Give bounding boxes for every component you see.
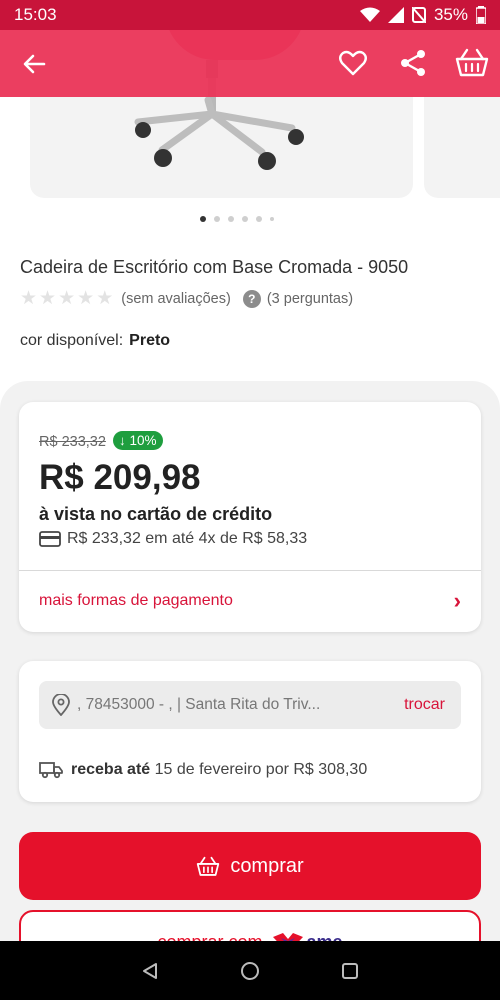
basket-icon[interactable] <box>455 46 489 78</box>
star-icon: ★ <box>39 288 57 309</box>
delivery-label: receba até <box>71 761 151 778</box>
pagination-dot[interactable] <box>214 216 220 222</box>
color-label: cor disponível: <box>20 332 124 349</box>
rating-label[interactable]: (sem avaliações) <box>121 291 231 307</box>
credit-card-icon <box>39 531 61 547</box>
star-icon: ★ <box>77 288 95 309</box>
price-subtitle: à vista no cartão de crédito <box>39 504 273 524</box>
status-bar: 15:03 35% <box>0 0 500 30</box>
battery-icon <box>476 6 486 24</box>
star-icon: ★ <box>20 288 38 309</box>
more-payments-link[interactable]: mais formas de pagamento › <box>19 570 481 632</box>
delivery-text: 15 de fevereiro por R$ 308,30 <box>154 761 368 778</box>
pagination-dot[interactable] <box>200 216 206 222</box>
pagination-dot[interactable] <box>270 217 274 221</box>
rating-stars: ★ ★ ★ ★ ★ <box>20 289 113 308</box>
address-field[interactable]: , 78453000 - , | Santa Rita do Triv... t… <box>39 681 461 729</box>
pagination-dot[interactable] <box>242 216 248 222</box>
pagination-dot[interactable] <box>256 216 262 222</box>
buy-button[interactable]: comprar <box>19 832 481 900</box>
more-payments-label[interactable]: mais formas de pagamento <box>39 592 233 610</box>
back-triangle-icon[interactable] <box>141 962 159 980</box>
old-price: R$ 233,32 <box>39 434 106 450</box>
delivery-row: receba até 15 de fevereiro por R$ 308,30 <box>39 761 367 779</box>
installments-text: R$ 233,32 em até 4x de R$ 58,33 <box>67 530 308 547</box>
chevron-right-icon[interactable]: › <box>454 588 461 614</box>
discount-badge: ↓ 10% <box>113 431 163 450</box>
installments-row: R$ 233,32 em até 4x de R$ 58,33 <box>39 530 307 548</box>
no-sim-icon <box>411 7 426 23</box>
rating-row[interactable]: ★ ★ ★ ★ ★ (sem avaliações) ? (3 pergunta… <box>20 289 353 308</box>
questions-label[interactable]: (3 perguntas) <box>267 291 353 307</box>
current-price: R$ 209,98 <box>39 458 201 497</box>
star-icon: ★ <box>58 288 76 309</box>
home-circle-icon[interactable] <box>240 961 260 981</box>
arrow-left-icon[interactable] <box>20 50 48 78</box>
share-icon[interactable] <box>398 48 428 78</box>
status-icons: 35% <box>359 5 486 25</box>
shipping-card: , 78453000 - , | Santa Rita do Triv... t… <box>19 661 481 802</box>
address-text: , 78453000 - , | Santa Rita do Triv... <box>77 696 321 713</box>
buy-button-label[interactable]: comprar <box>230 855 303 878</box>
heart-icon[interactable] <box>338 48 368 78</box>
price-card: R$ 233,32 ↓ 10% R$ 209,98 à vista no car… <box>19 402 481 632</box>
change-address-button[interactable]: trocar <box>404 696 445 714</box>
recents-square-icon[interactable] <box>341 962 359 980</box>
truck-icon <box>39 762 63 779</box>
gallery-pagination <box>0 216 487 222</box>
battery-percent: 35% <box>433 5 468 24</box>
wifi-icon <box>359 7 380 22</box>
product-title: Cadeira de Escritório com Base Cromada -… <box>20 257 409 277</box>
color-row: cor disponível: Preto <box>20 332 170 350</box>
app-bar <box>0 30 500 97</box>
color-value: Preto <box>129 332 171 349</box>
status-time: 15:03 <box>14 5 57 24</box>
pagination-dot[interactable] <box>228 216 234 222</box>
basket-icon <box>197 856 220 876</box>
signal-icon <box>387 7 404 23</box>
star-icon: ★ <box>96 288 114 309</box>
location-pin-icon <box>52 694 70 716</box>
system-nav-bar <box>0 941 500 1000</box>
question-icon: ? <box>242 289 261 308</box>
